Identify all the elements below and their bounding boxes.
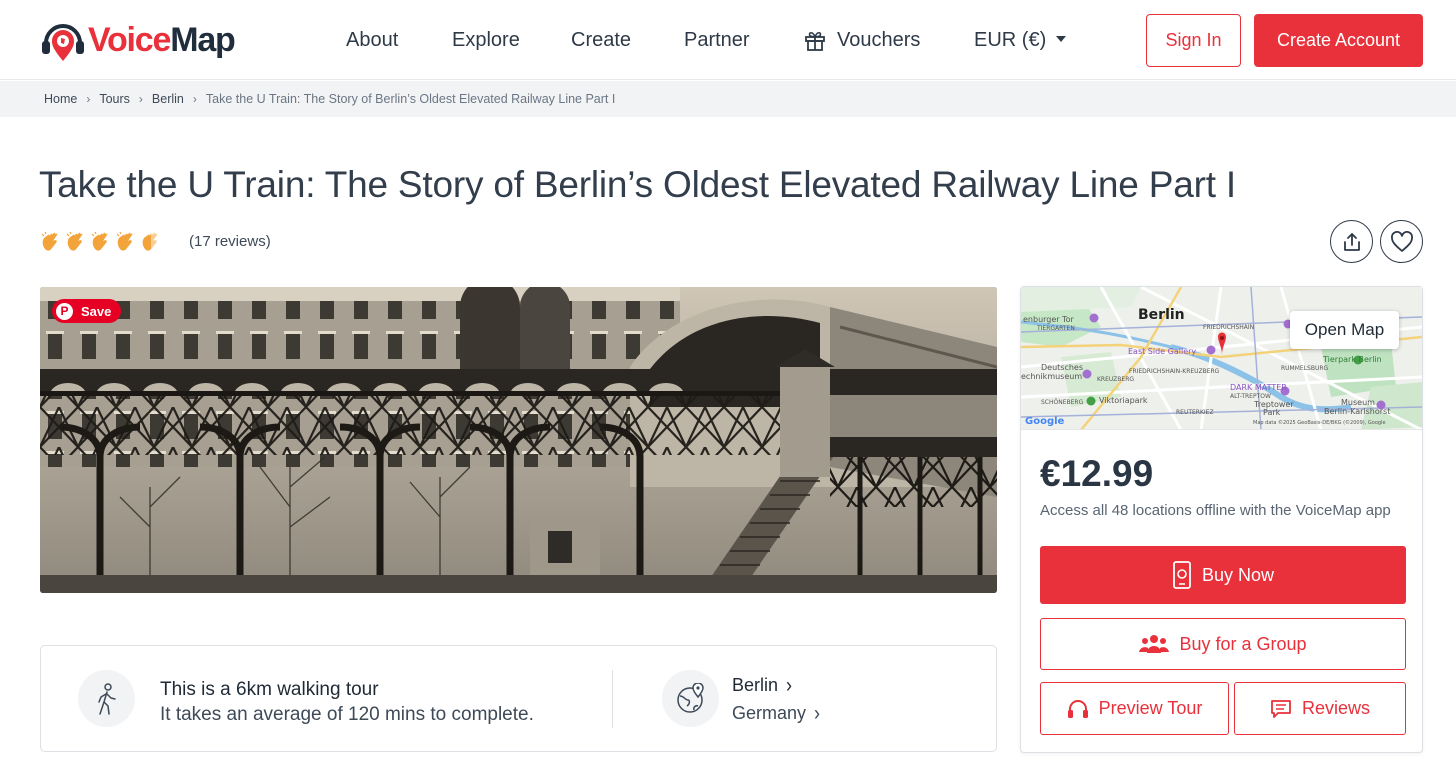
- phone-icon: [1172, 561, 1192, 589]
- caret-down-icon: [1056, 35, 1067, 42]
- purchase-card: Berlin enburger Tor TIERGARTEN FRIEDRICH…: [1020, 286, 1423, 753]
- page-title: Take the U Train: The Story of Berlin’s …: [39, 164, 1236, 205]
- walk-duration-text: It takes an average of 120 mins to compl…: [160, 704, 534, 725]
- globe-icon-circle: [662, 670, 719, 727]
- clap-icon: [41, 231, 58, 251]
- preview-tour-label: Preview Tour: [1098, 698, 1203, 718]
- map-label-technikmuseum: echnikmuseum: [1021, 372, 1083, 381]
- nav-create[interactable]: Create: [571, 27, 631, 53]
- nav-vouchers[interactable]: Vouchers: [803, 27, 920, 53]
- reviews-button[interactable]: Reviews: [1234, 682, 1406, 735]
- map-label-park: Park: [1263, 408, 1281, 417]
- share-button[interactable]: [1330, 220, 1373, 263]
- save-label: Save: [81, 303, 112, 319]
- nav-partner[interactable]: Partner: [684, 27, 750, 53]
- map-label-tiergarten: TIERGARTEN: [1037, 325, 1075, 332]
- clap-icon: [66, 231, 83, 251]
- nav-about[interactable]: About: [346, 27, 398, 53]
- walking-icon-circle: [78, 670, 135, 727]
- clap-rating: [40, 230, 165, 254]
- breadcrumb-separator-icon: ›: [86, 92, 91, 106]
- map-label-friedrichshain: FRIEDRICHSHAIN: [1203, 324, 1255, 331]
- breadcrumb-city[interactable]: Berlin: [152, 92, 184, 106]
- map-label-viktoriapark: Viktoriapark: [1099, 396, 1148, 405]
- voicemap-logo[interactable]: VoiceMap: [40, 16, 236, 64]
- chevron-right-icon: ›: [814, 700, 821, 725]
- map-label-dark-matter: DARK MATTER: [1230, 383, 1287, 392]
- map-label-tierpark: Tierpark Berlin: [1323, 355, 1382, 364]
- pinterest-save-button[interactable]: P Save: [52, 299, 122, 323]
- walking-icon: [97, 682, 116, 715]
- info-divider: [612, 670, 613, 728]
- currency-label: EUR (€): [974, 29, 1047, 51]
- map-label-schoneberg: SCHÖNEBERG: [1041, 399, 1084, 406]
- walk-distance-text: This is a 6km walking tour: [160, 679, 379, 700]
- buy-for-group-button[interactable]: Buy for a Group: [1040, 618, 1406, 670]
- breadcrumb-separator-icon: ›: [138, 92, 143, 106]
- country-link[interactable]: Germany ›: [732, 700, 821, 725]
- buy-for-group-label: Buy for a Group: [1179, 633, 1307, 654]
- tour-price: €12.99: [1040, 453, 1154, 494]
- pinterest-icon: P: [56, 302, 73, 320]
- site-header: VoiceMap About Explore Create Partner Vo…: [0, 0, 1456, 80]
- tour-info-card: This is a 6km walking tour It takes an a…: [40, 645, 997, 752]
- gift-icon: [805, 31, 825, 51]
- map-attribution[interactable]: Map data ©2025 GeoBasis-DE/BKG (©2009), …: [1253, 420, 1386, 426]
- map-label-east-side-gallery: East Side Gallery: [1128, 347, 1197, 356]
- breadcrumb-current: Take the U Train: The Story of Berlin’s …: [205, 92, 616, 106]
- create-account-button[interactable]: Create Account: [1254, 14, 1423, 67]
- heart-icon: [1390, 230, 1413, 252]
- favorite-button[interactable]: [1380, 220, 1423, 263]
- map-label-museum: Museum: [1341, 398, 1375, 407]
- map-label-kreuzberg: KREUZBERG: [1097, 376, 1135, 383]
- logo-map-text: Map: [170, 20, 236, 59]
- tour-hero-image: P Save: [40, 287, 997, 593]
- logo-voice-text: Voice: [88, 20, 171, 59]
- half-clap-icon: [142, 232, 158, 251]
- tour-map[interactable]: Berlin enburger Tor TIERGARTEN FRIEDRICH…: [1021, 287, 1422, 430]
- city-label: Berlin: [732, 675, 779, 695]
- breadcrumb: Home › Tours › Berlin › Take the U Train…: [44, 92, 615, 106]
- clap-icon: [116, 231, 133, 251]
- headphones-icon: [1067, 699, 1089, 719]
- map-label-brandenburger: enburger Tor: [1023, 315, 1074, 324]
- breadcrumb-separator-icon: ›: [192, 92, 197, 106]
- share-icon: [1343, 232, 1360, 251]
- google-logo: Google: [1025, 416, 1065, 427]
- map-label-friedrichshain-kreuzberg: FRIEDRICHSHAIN-KREUZBERG: [1129, 368, 1220, 375]
- chevron-right-icon: ›: [786, 672, 793, 697]
- country-label: Germany: [732, 703, 807, 723]
- nav-explore[interactable]: Explore: [452, 27, 520, 53]
- globe-pin-icon: [676, 682, 704, 713]
- map-label-rummelsburg: RUMMELSBURG: [1281, 365, 1329, 372]
- currency-dropdown[interactable]: EUR (€): [974, 27, 1067, 53]
- reviews-count[interactable]: (17 reviews): [189, 233, 271, 250]
- map-label-deutsches: Deutsches: [1041, 363, 1084, 372]
- breadcrumb-tours[interactable]: Tours: [99, 92, 130, 106]
- breadcrumb-bar: Home › Tours › Berlin › Take the U Train…: [0, 81, 1456, 117]
- map-label-karlshorst: Berlin-Karlshorst: [1324, 407, 1391, 416]
- buy-now-label: Buy Now: [1201, 564, 1275, 585]
- open-map-button[interactable]: Open Map: [1290, 311, 1399, 349]
- reviews-label: Reviews: [1301, 698, 1371, 718]
- headphone-pin-icon: [42, 24, 84, 61]
- access-description: Access all 48 locations offline with the…: [1040, 502, 1391, 519]
- breadcrumb-home[interactable]: Home: [44, 92, 77, 106]
- buy-now-button[interactable]: Buy Now: [1040, 546, 1406, 604]
- comment-icon: [1270, 699, 1292, 719]
- logo-wordmark: VoiceMap: [88, 20, 236, 60]
- map-label-alt-treptow: ALT-TREPTOW: [1230, 393, 1271, 400]
- vouchers-label: Vouchers: [837, 29, 921, 51]
- clap-icon: [91, 231, 108, 251]
- group-icon: [1139, 633, 1170, 655]
- elevated-railway-photo: [40, 287, 997, 593]
- map-label-berlin: Berlin: [1138, 307, 1185, 323]
- sign-in-button[interactable]: Sign In: [1146, 14, 1241, 67]
- preview-tour-button[interactable]: Preview Tour: [1040, 682, 1229, 735]
- map-label-reuterkiez: REUTERKIEZ: [1176, 409, 1214, 416]
- city-link[interactable]: Berlin ›: [732, 672, 793, 697]
